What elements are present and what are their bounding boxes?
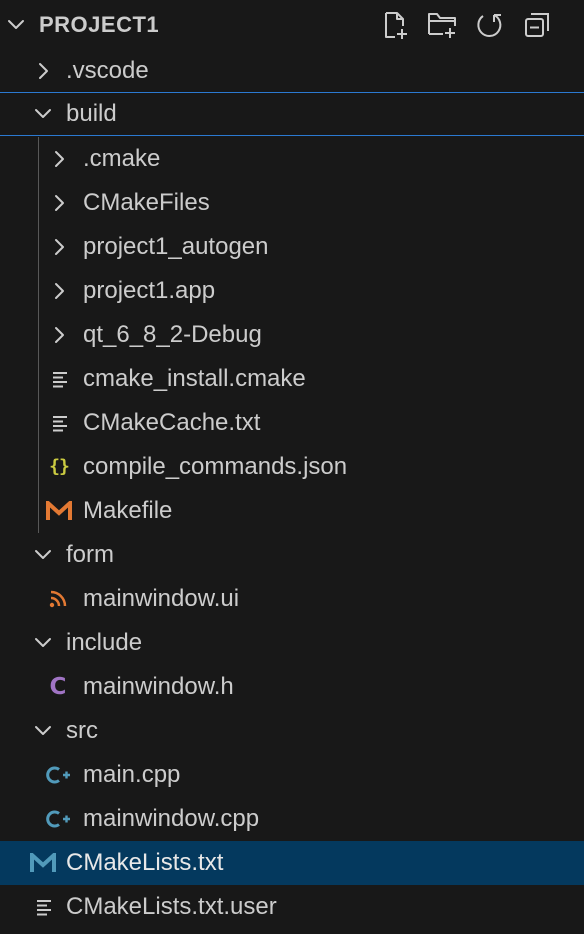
cmake-m-icon [30,853,56,873]
tree-item-label: compile_commands.json [83,453,348,480]
tree-item-label: qt_6_8_2-Debug [83,321,262,348]
tree-item-cmakecache[interactable]: CMakeCache.txt [0,401,584,445]
tree-item-label: CMakeLists.txt [66,849,224,876]
tree-item-label: CMakeLists.txt.user [66,893,277,920]
tree-item-label: form [66,541,114,568]
explorer-title: PROJECT1 [39,12,160,37]
new-folder-icon [427,10,457,45]
text-lines-icon [34,897,54,917]
tree-item-label: build [66,100,117,127]
new-file-button[interactable] [378,10,412,44]
tree-item-qt-debug[interactable]: qt_6_8_2-Debug [0,313,584,357]
tree-item-form[interactable]: form [0,533,584,577]
tree-item-label: project1.app [83,277,216,304]
tree-item-project1-app[interactable]: project1.app [0,269,584,313]
tree-item-label: .vscode [66,57,149,84]
collapse-all-icon [522,10,552,45]
tree-item-project1-autogen[interactable]: project1_autogen [0,225,584,269]
explorer-panel: PROJECT1 .vscode build .cmake CMakeFiles… [0,0,584,934]
tree-item-label: main.cpp [83,761,181,788]
chevron-right-icon [49,281,69,301]
tree-item-label: cmake_install.cmake [83,365,306,392]
tree-item-mainwindow-cpp[interactable]: mainwindow.cpp [0,797,584,841]
tree-item-cmakefiles[interactable]: CMakeFiles [0,181,584,225]
tree-item-label: CMakeCache.txt [83,409,261,436]
chevron-right-icon [49,325,69,345]
tree-item-label: .cmake [83,145,161,172]
tree-item-label: mainwindow.ui [83,585,240,612]
tree-item-main-cpp[interactable]: main.cpp [0,753,584,797]
tree-item-label: src [66,717,98,744]
tree-item-build[interactable]: build [0,92,584,136]
cpp-icon [46,809,72,829]
tree-item-makefile[interactable]: Makefile [0,489,584,533]
tree-item-label: project1_autogen [83,233,269,260]
tree-item-cmake-folder[interactable]: .cmake [0,137,584,181]
c-header-icon: C [49,674,67,700]
chevron-down-icon [33,104,53,124]
tree-item-mainwindow-h[interactable]: C mainwindow.h [0,665,584,709]
tree-item-compile-commands[interactable]: {} compile_commands.json [0,445,584,489]
explorer-header[interactable]: PROJECT1 [0,0,584,50]
tree-item-vscode[interactable]: .vscode [0,49,584,93]
tree-item-label: CMakeFiles [83,189,210,216]
makefile-m-icon [46,501,72,521]
refresh-button[interactable] [472,10,506,44]
tree-item-cmakelists-user[interactable]: CMakeLists.txt.user [0,885,584,929]
text-lines-icon [50,413,70,433]
chevron-right-icon [49,149,69,169]
tree-item-label: include [66,629,143,656]
chevron-down-icon [33,633,53,653]
chevron-down-icon[interactable] [6,15,26,35]
tree-item-cmakelists[interactable]: CMakeLists.txt [0,841,584,885]
json-braces-icon: {} [49,456,70,477]
refresh-icon [474,10,504,45]
chevron-down-icon [33,721,53,741]
cpp-icon [46,765,72,785]
chevron-right-icon [33,61,53,81]
collapse-all-button[interactable] [520,10,554,44]
new-folder-button[interactable] [425,10,459,44]
tree-item-mainwindow-ui[interactable]: mainwindow.ui [0,577,584,621]
tree-item-include[interactable]: include [0,621,584,665]
tree-item-label: mainwindow.h [83,673,234,700]
tree-item-cmake-install[interactable]: cmake_install.cmake [0,357,584,401]
chevron-right-icon [49,237,69,257]
chevron-down-icon [33,545,53,565]
chevron-right-icon [49,193,69,213]
tree-item-label: Makefile [83,497,173,524]
new-file-icon [380,10,410,45]
tree-item-label: mainwindow.cpp [83,805,260,832]
tree-item-src[interactable]: src [0,709,584,753]
rss-feed-icon [48,589,68,609]
text-lines-icon [50,369,70,389]
